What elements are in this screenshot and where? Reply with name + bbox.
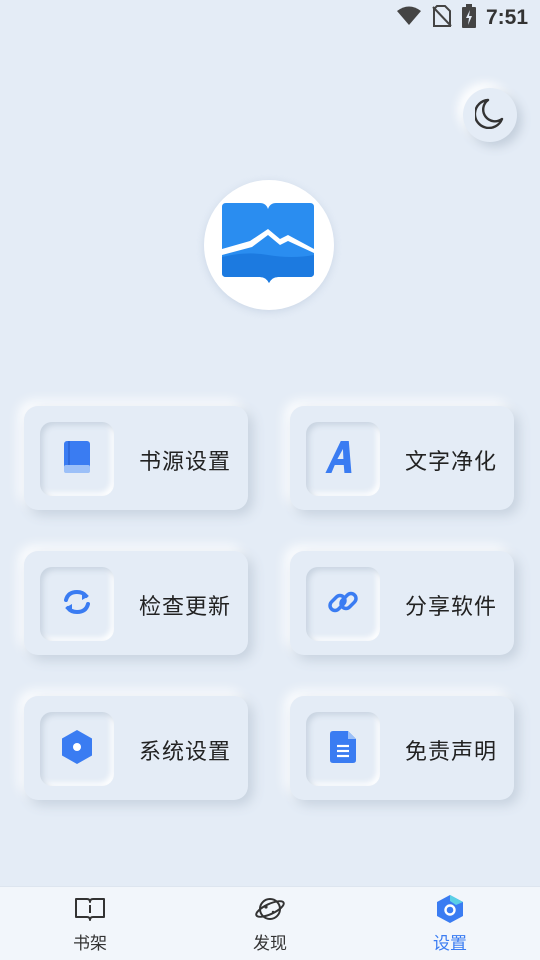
card-label: 书源设置 — [139, 450, 232, 475]
planet-icon — [254, 895, 286, 923]
card-icon-box — [40, 712, 114, 786]
card-label: 分享软件 — [405, 595, 498, 620]
book-mountain-logo-icon — [216, 201, 322, 289]
status-icons: 7:51 — [396, 4, 528, 32]
card-check-update[interactable]: 检查更新 — [24, 551, 248, 655]
nav-item-bookshelf[interactable]: 书架 — [40, 887, 140, 960]
letter-a-icon — [325, 439, 361, 479]
settings-hexagon-icon — [436, 895, 464, 923]
refresh-icon — [60, 585, 94, 623]
card-disclaimer[interactable]: 免责声明 — [290, 696, 514, 800]
no-sim-icon — [432, 5, 452, 31]
battery-charging-icon — [461, 4, 476, 32]
card-label: 文字净化 — [405, 450, 498, 475]
book-icon — [63, 440, 91, 478]
wifi-icon — [396, 6, 422, 30]
nav-label: 书架 — [73, 934, 107, 954]
card-text-purify[interactable]: 文字净化 — [290, 406, 514, 510]
card-icon-box — [40, 567, 114, 641]
card-label: 免责声明 — [405, 740, 498, 765]
app-logo — [204, 180, 334, 310]
card-icon-box — [306, 567, 380, 641]
document-icon — [329, 730, 357, 768]
card-icon-box — [306, 422, 380, 496]
status-bar: 7:51 — [0, 0, 540, 36]
theme-toggle-button[interactable] — [463, 88, 517, 142]
card-book-source-settings[interactable]: 书源设置 — [24, 406, 248, 510]
card-share-app[interactable]: 分享软件 — [290, 551, 514, 655]
card-system-settings[interactable]: 系统设置 — [24, 696, 248, 800]
status-time: 7:51 — [485, 6, 528, 29]
card-label: 系统设置 — [139, 740, 232, 765]
nav-label: 发现 — [253, 934, 287, 954]
hexagon-settings-icon — [60, 729, 94, 769]
nav-label: 设置 — [433, 934, 467, 954]
card-label: 检查更新 — [139, 595, 232, 620]
card-icon-box — [40, 422, 114, 496]
moon-icon — [473, 97, 505, 133]
bottom-nav: 书架 发现 设置 — [0, 886, 540, 960]
card-icon-box — [306, 712, 380, 786]
nav-item-discover[interactable]: 发现 — [220, 887, 320, 960]
nav-item-settings[interactable]: 设置 — [400, 887, 500, 960]
link-icon — [326, 585, 360, 623]
bookshelf-icon — [74, 895, 106, 923]
